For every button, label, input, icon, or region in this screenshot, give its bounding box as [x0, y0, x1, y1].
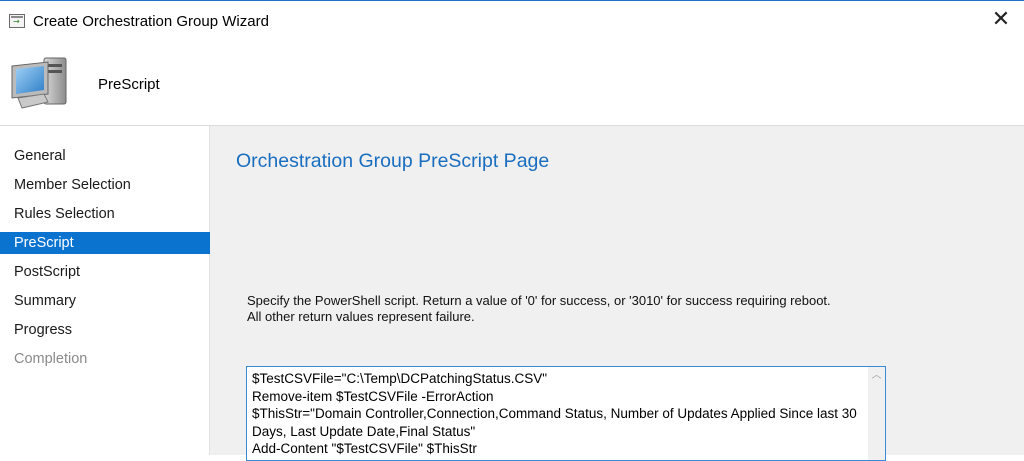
script-textarea[interactable]: $TestCSVFile="C:\Temp\DCPatchingStatus.C…	[246, 366, 886, 461]
sidebar-item-postscript[interactable]: PostScript	[0, 261, 210, 283]
vertical-scrollbar[interactable]: ︿	[868, 367, 885, 460]
scroll-up-arrow-icon[interactable]: ︿	[868, 367, 885, 384]
sidebar-item-completion: Completion	[14, 351, 88, 367]
computer-icon	[11, 57, 67, 109]
wizard-sidebar: General Member Selection Rules Selection…	[0, 126, 210, 455]
sidebar-item-general[interactable]: General	[0, 145, 210, 167]
sidebar-item-rules-selection[interactable]: Rules Selection	[0, 203, 210, 225]
wizard-app-icon: →	[9, 14, 25, 28]
page-title: Orchestration Group PreScript Page	[236, 150, 550, 172]
sidebar-item-summary[interactable]: Summary	[0, 290, 210, 312]
title-bar: → Create Orchestration Group Wizard ✕	[0, 0, 1024, 42]
sidebar-item-prescript[interactable]: PreScript	[0, 232, 210, 254]
script-content[interactable]: $TestCSVFile="C:\Temp\DCPatchingStatus.C…	[252, 370, 864, 458]
close-button[interactable]: ✕	[978, 1, 1024, 42]
sidebar-item-member-selection[interactable]: Member Selection	[0, 174, 210, 196]
header-title: PreScript	[98, 76, 160, 93]
wizard-header: PreScript	[0, 42, 1024, 126]
instructions-text: Specify the PowerShell script. Return a …	[247, 293, 831, 324]
window-title: Create Orchestration Group Wizard	[33, 13, 269, 30]
wizard-content: Orchestration Group PreScript Page Speci…	[210, 126, 1024, 461]
sidebar-item-progress[interactable]: Progress	[0, 319, 210, 341]
